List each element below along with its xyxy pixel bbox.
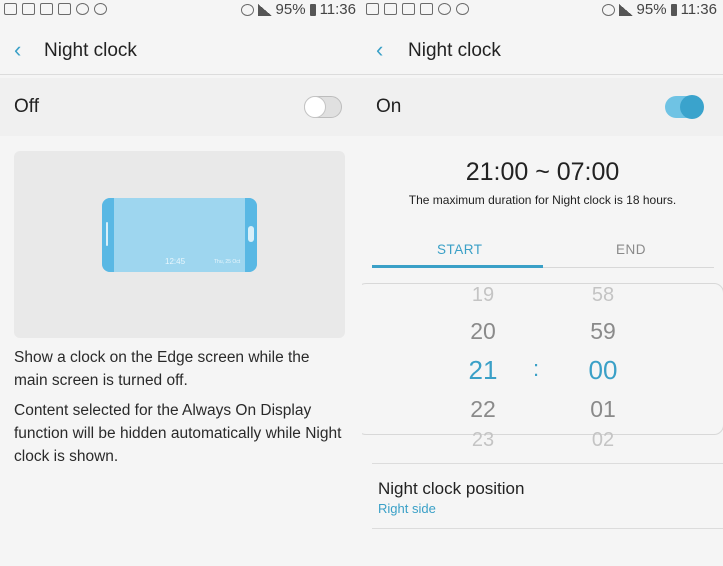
- status-bar: 95% 11:36: [362, 0, 723, 20]
- sync-icon: [94, 3, 107, 15]
- left-screen: 95% 11:36 ‹ Night clock Off 12:45 Thu, 2…: [0, 0, 362, 566]
- clock-time: 11:36: [680, 1, 717, 18]
- hour-selected[interactable]: 21: [453, 355, 513, 386]
- notification-icons: [4, 3, 107, 15]
- alarm-icon: [438, 3, 451, 15]
- time-picker: 19 20 21 22 23 : 58 59 00 01 02: [362, 283, 723, 451]
- night-clock-toggle[interactable]: [304, 96, 342, 118]
- mail-icon: [58, 3, 71, 15]
- battery-icon: [670, 3, 677, 16]
- signal-icon: [618, 3, 633, 16]
- app-bar: ‹ Night clock: [362, 28, 723, 75]
- notification-icons: [366, 3, 469, 15]
- hour-option[interactable]: 23: [453, 429, 513, 452]
- mail-icon: [420, 3, 433, 15]
- minute-option[interactable]: 01: [573, 396, 633, 423]
- status-right: 95% 11:36: [601, 1, 717, 18]
- minute-option[interactable]: 58: [573, 284, 633, 307]
- sync-icon: [456, 3, 469, 15]
- minute-option[interactable]: 59: [573, 318, 633, 345]
- alarm-icon: [76, 3, 89, 15]
- battery-percent: 95%: [636, 1, 667, 18]
- divider: [372, 528, 723, 529]
- page-title: Night clock: [408, 40, 501, 61]
- hour-option[interactable]: 22: [453, 396, 513, 423]
- app-bar: ‹ Night clock: [0, 28, 362, 75]
- hour-option[interactable]: 20: [453, 318, 513, 345]
- description-text-2: Content selected for the Always On Displ…: [14, 402, 342, 465]
- page-title: Night clock: [44, 40, 137, 61]
- alarm-icon: [601, 3, 615, 16]
- battery-icon: [309, 3, 316, 16]
- right-screen: 95% 11:36 ‹ Night clock On 21:00 ~ 07:00…: [362, 0, 723, 566]
- start-end-tabs: START END: [372, 228, 714, 268]
- tab-end[interactable]: END: [616, 242, 646, 257]
- toggle-knob: [304, 96, 326, 118]
- time-separator: :: [533, 356, 540, 381]
- divider: [372, 463, 723, 464]
- status-right: 95% 11:36: [240, 1, 356, 18]
- image-icon: [40, 3, 53, 15]
- notification-icon: [366, 3, 379, 15]
- night-clock-toggle[interactable]: [665, 95, 704, 119]
- position-setting-value: Right side: [378, 501, 436, 516]
- switch-label: Off: [14, 96, 39, 117]
- speaker-slot: [106, 222, 108, 246]
- range-note: The maximum duration for Night clock is …: [408, 193, 677, 207]
- battery-percent: 95%: [275, 1, 306, 18]
- back-arrow-icon[interactable]: ‹: [14, 39, 21, 61]
- preview-date: Thu, 25 Oct: [214, 259, 241, 265]
- status-bar: 95% 11:36: [0, 0, 362, 20]
- minute-selected[interactable]: 00: [573, 355, 633, 386]
- notification-icon: [4, 3, 17, 15]
- alarm-icon: [240, 3, 254, 16]
- description-text: Show a clock on the Edge screen while th…: [14, 349, 310, 389]
- signal-icon: [257, 3, 272, 16]
- left-edge: [102, 198, 114, 272]
- tab-start[interactable]: START: [437, 242, 483, 257]
- hour-option[interactable]: 19: [453, 284, 513, 307]
- image-icon: [402, 3, 415, 15]
- toggle-knob: [680, 95, 704, 119]
- home-button: [248, 226, 254, 242]
- preview-clock: 12:45: [165, 257, 186, 266]
- phone-illustration: 12:45 Thu, 25 Oct: [102, 198, 257, 272]
- time-range: 21:00 ~ 07:00: [465, 158, 620, 186]
- master-switch-row[interactable]: Off: [0, 78, 362, 136]
- image-icon: [384, 3, 397, 15]
- minute-option[interactable]: 02: [573, 429, 633, 452]
- clock-time: 11:36: [319, 1, 356, 18]
- image-icon: [22, 3, 35, 15]
- back-arrow-icon[interactable]: ‹: [376, 39, 383, 61]
- switch-label: On: [376, 96, 402, 117]
- master-switch-row[interactable]: On: [362, 78, 723, 136]
- preview-card: 12:45 Thu, 25 Oct: [14, 151, 345, 338]
- position-setting-label[interactable]: Night clock position: [378, 479, 524, 499]
- tab-indicator: [372, 265, 543, 268]
